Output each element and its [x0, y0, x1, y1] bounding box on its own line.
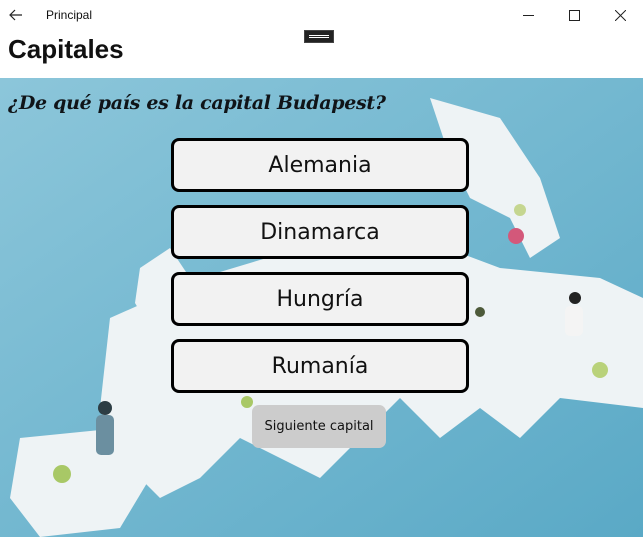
window-controls	[505, 0, 643, 30]
back-button[interactable]	[0, 0, 32, 30]
answer-button-2[interactable]: Dinamarca	[171, 205, 469, 259]
title-bar: Principal	[0, 0, 643, 30]
next-capital-button[interactable]: Siguiente capital	[252, 405, 386, 448]
answer-button-1[interactable]: Alemania	[171, 138, 469, 192]
toolbar-grip-handle[interactable]	[304, 30, 334, 43]
minimize-icon	[522, 14, 534, 16]
app-title: Principal	[46, 8, 93, 22]
answer-button-4[interactable]: Rumanía	[171, 339, 469, 393]
maximize-icon	[568, 9, 580, 21]
question-text: ¿De qué país es la capital Budapest?	[8, 92, 386, 114]
close-icon	[614, 9, 626, 21]
page-title: Capitales	[8, 34, 124, 64]
maximize-button[interactable]	[551, 0, 597, 30]
arrow-left-icon	[9, 9, 22, 21]
answer-button-3[interactable]: Hungría	[171, 272, 469, 326]
quiz-panel: ¿De qué país es la capital Budapest? Ale…	[0, 78, 643, 537]
minimize-button[interactable]	[505, 0, 551, 30]
close-button[interactable]	[597, 0, 643, 30]
